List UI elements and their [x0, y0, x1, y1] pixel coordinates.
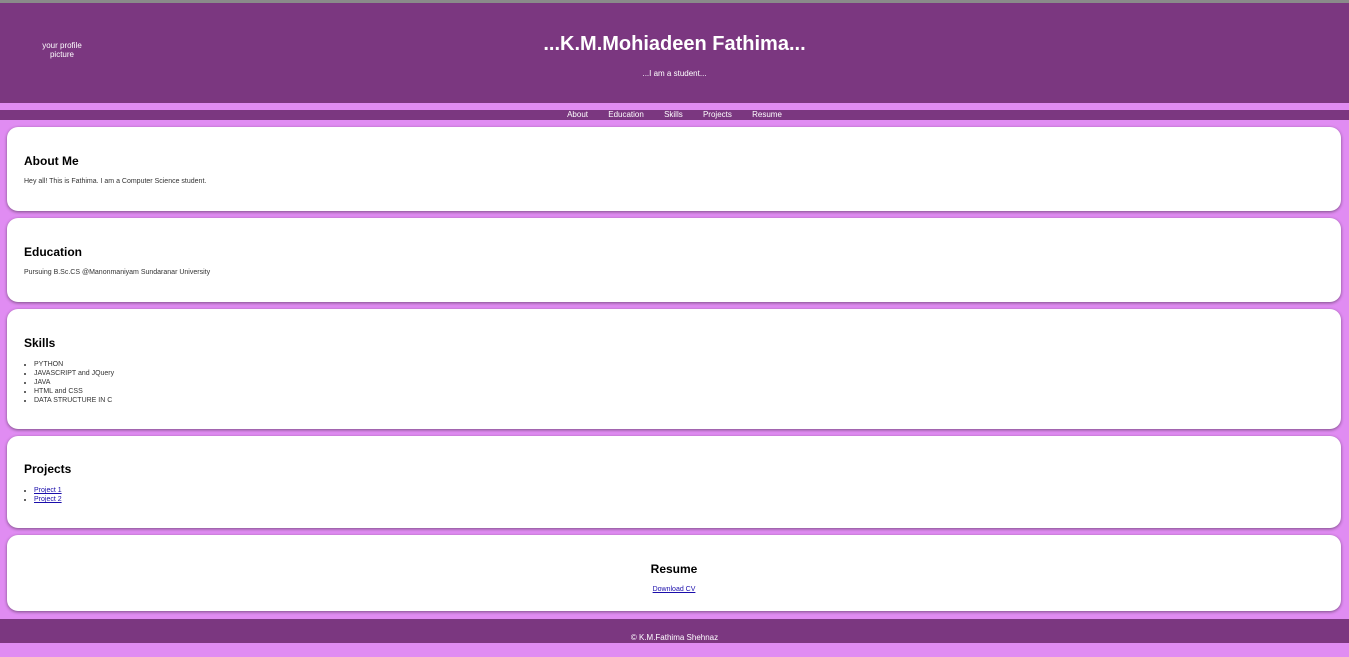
nav-skills[interactable]: Skills	[664, 110, 683, 119]
skills-heading: Skills	[24, 336, 56, 350]
skill-item: JAVASCRIPT and JQuery	[34, 369, 114, 378]
nav-education[interactable]: Education	[608, 110, 644, 119]
projects-section: Projects Project 1 Project 2	[7, 436, 1341, 528]
main-nav: About Education Skills Projects Resume	[0, 110, 1349, 120]
project-1-link[interactable]: Project 1	[34, 487, 62, 494]
project-item: Project 1	[34, 486, 62, 495]
footer-text: © K.M.Fathima Shehnaz	[630, 633, 719, 642]
download-cv-link[interactable]: Download CV	[653, 586, 696, 593]
skills-list: PYTHON JAVASCRIPT and JQuery JAVA HTML a…	[24, 360, 114, 405]
resume-section: Resume Download CV	[7, 535, 1341, 611]
education-heading: Education	[24, 245, 83, 259]
about-text: Hey all! This is Fathima. I am a Compute…	[24, 178, 207, 185]
tagline: ...I am a student...	[642, 69, 707, 78]
project-item: Project 2	[34, 495, 62, 504]
skill-item: PYTHON	[34, 360, 114, 369]
resume-heading: Resume	[650, 562, 698, 576]
site-header: your profile picture ...K.M.Mohiadeen Fa…	[0, 3, 1349, 103]
education-text: Pursuing B.Sc.CS @Manonmaniyam Sundarana…	[24, 269, 211, 276]
site-title: ...K.M.Mohiadeen Fathima...	[543, 33, 806, 55]
projects-heading: Projects	[24, 462, 72, 476]
resume-link-wrap: Download CV	[7, 586, 1341, 593]
skill-item: JAVA	[34, 378, 114, 387]
nav-about[interactable]: About	[567, 110, 588, 119]
about-heading: About Me	[24, 154, 79, 168]
about-section: About Me Hey all! This is Fathima. I am …	[7, 127, 1341, 211]
site-footer: © K.M.Fathima Shehnaz	[0, 619, 1349, 643]
skill-item: DATA STRUCTURE IN C	[34, 396, 114, 405]
skills-section: Skills PYTHON JAVASCRIPT and JQuery JAVA…	[7, 309, 1341, 429]
project-2-link[interactable]: Project 2	[34, 496, 62, 503]
nav-projects[interactable]: Projects	[703, 110, 732, 119]
skill-item: HTML and CSS	[34, 387, 114, 396]
projects-list: Project 1 Project 2	[24, 486, 62, 504]
nav-resume[interactable]: Resume	[752, 110, 782, 119]
education-section: Education Pursuing B.Sc.CS @Manonmaniyam…	[7, 218, 1341, 302]
